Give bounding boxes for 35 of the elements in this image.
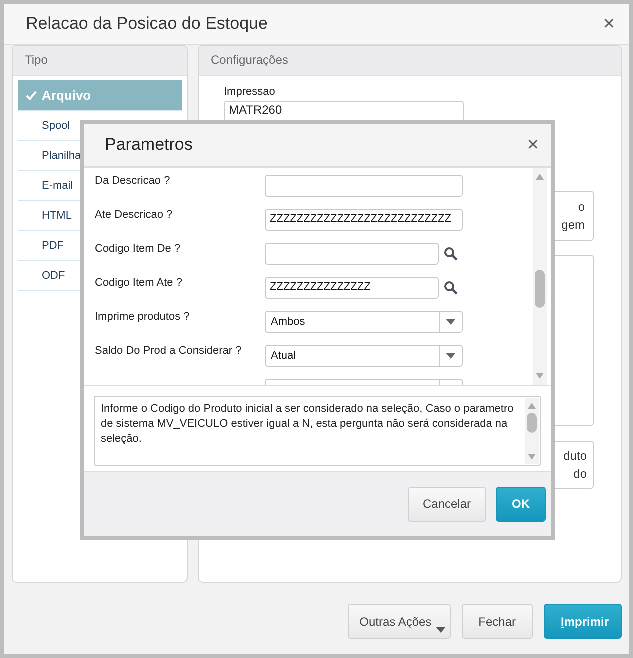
- window-title: Relacao da Posicao do Estoque: [26, 14, 268, 34]
- input-field[interactable]: [265, 243, 439, 265]
- input-field[interactable]: [265, 175, 463, 197]
- footer-button[interactable]: Fechar: [462, 604, 533, 639]
- option-text: do: [574, 466, 587, 483]
- search-icon[interactable]: [444, 247, 458, 261]
- caret-icon: [436, 627, 446, 633]
- search-icon[interactable]: [444, 281, 458, 295]
- parameter-label: Codigo Item De ?: [95, 242, 182, 255]
- dialog-title: Parametros: [105, 135, 193, 155]
- panel-header: Configurações: [199, 46, 621, 76]
- parameter-label: Imprime produtos ?: [95, 310, 191, 323]
- dropdown[interactable]: Atual: [265, 345, 463, 367]
- dialog-button[interactable]: Cancelar: [408, 486, 486, 522]
- actions-menu-button[interactable]: Outras Ações: [348, 604, 451, 639]
- scrollbar[interactable]: [533, 168, 547, 385]
- panel-header: Tipo: [13, 46, 187, 76]
- help-text: Informe o Codigo do Produto inicial a ser considerado na seleção, Caso o parametro de sistema MV_VEICULO estiver igual a N, esta pergunta não será considerada na seleção.: [100, 402, 515, 447]
- scrollbar[interactable]: [525, 398, 539, 464]
- close-button[interactable]: ×: [523, 134, 543, 156]
- caret-icon: [446, 319, 456, 325]
- caret-icon: [446, 353, 456, 359]
- parameter-label: Saldo Do Prod a Considerar ?: [95, 344, 243, 357]
- input-field[interactable]: ZZZZZZZZZZZZZZZ: [265, 277, 439, 299]
- parameter-label: Da Descricao ?: [95, 174, 172, 187]
- close-button[interactable]: ×: [599, 12, 619, 36]
- parameter-label: Ate Descricao ?: [95, 208, 174, 221]
- option-text: gem: [562, 217, 585, 234]
- input-field[interactable]: ZZZZZZZZZZZZZZZZZZZZZZZZZZZ: [265, 209, 463, 231]
- field-label: Impressao: [224, 86, 276, 98]
- parameter-label: Codigo Item Ate ?: [95, 276, 184, 289]
- option-text: duto: [564, 448, 587, 465]
- dropdown[interactable]: Ambos: [265, 311, 463, 333]
- option-text: o: [578, 199, 585, 216]
- check-icon: [26, 90, 37, 100]
